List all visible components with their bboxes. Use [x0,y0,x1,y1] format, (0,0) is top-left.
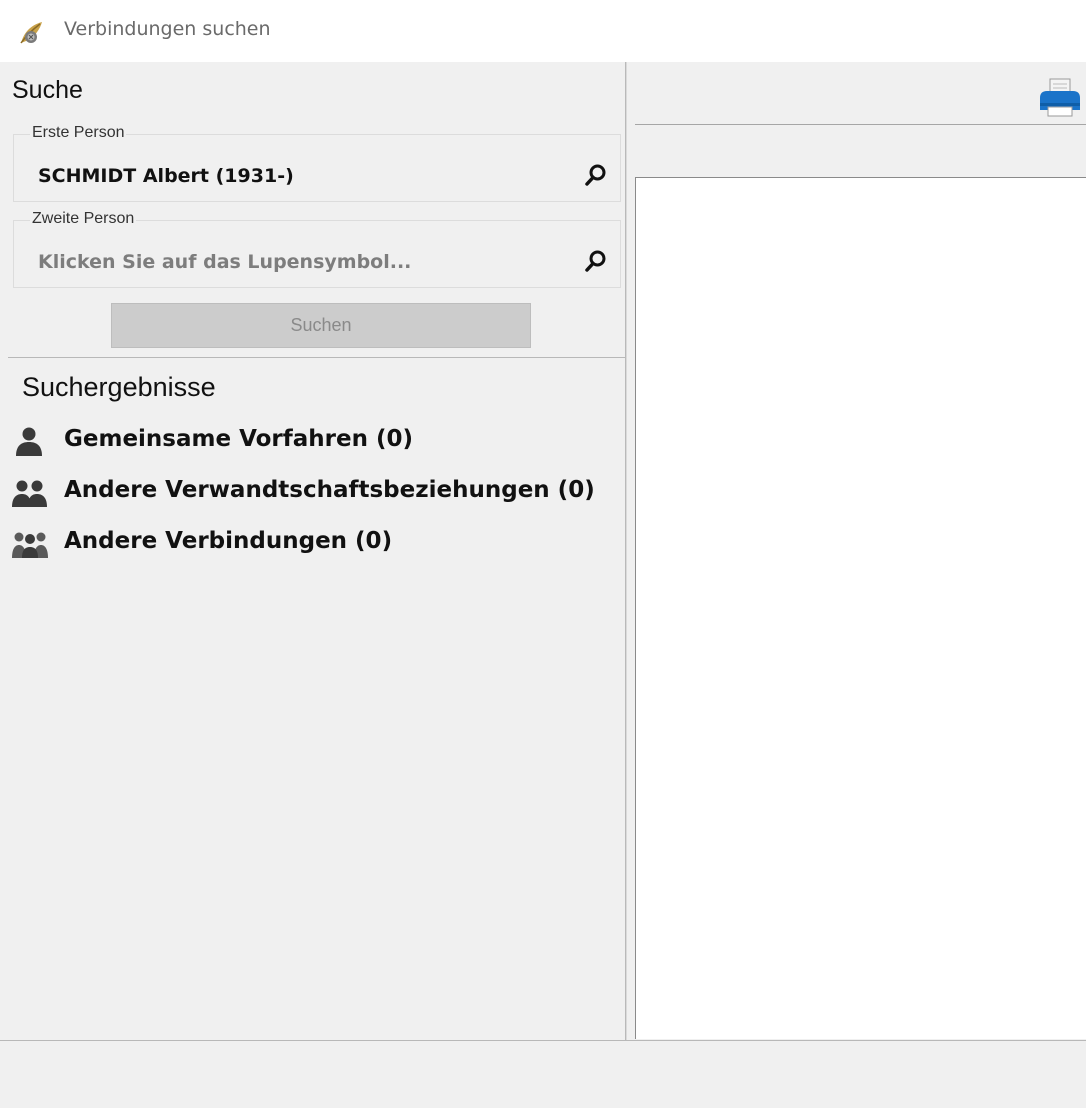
two-persons-icon [12,480,47,507]
result-label: Andere Verwandtschaftsbeziehungen (0) [64,477,595,503]
section-divider [8,357,625,358]
result-canvas [635,177,1086,1039]
results-view-panel [635,62,1086,1040]
result-common-ancestors[interactable]: Gemeinsame Vorfahren (0) [12,422,612,462]
app-feather-icon [20,22,42,44]
view-toolbar [635,62,1086,125]
second-person-label: Zweite Person [30,210,137,228]
person-icon [16,427,42,456]
result-label: Gemeinsame Vorfahren (0) [64,426,414,452]
panel-splitter[interactable] [626,62,635,1040]
second-person-group: Zweite Person Klicken Sie auf das Lupens… [13,210,621,288]
group-icon [12,532,48,558]
results-heading: Suchergebnisse [22,372,216,402]
magnifier-icon[interactable] [584,163,608,187]
result-other-relationships[interactable]: Andere Verwandtschaftsbeziehungen (0) [12,473,612,513]
printer-icon[interactable] [1037,76,1083,118]
window-title: Verbindungen suchen [64,18,271,40]
search-heading: Suche [12,76,83,104]
first-person-label: Erste Person [30,124,127,142]
search-button[interactable]: Suchen [111,303,531,348]
status-bar [0,1040,1086,1108]
first-person-group: Erste Person SCHMIDT Albert (1931-) [13,124,621,202]
search-panel: Suche Erste Person SCHMIDT Albert (1931-… [8,62,626,1040]
result-label: Andere Verbindungen (0) [64,528,393,554]
second-person-field[interactable]: Klicken Sie auf das Lupensymbol... [38,251,411,273]
result-other-connections[interactable]: Andere Verbindungen (0) [12,524,612,564]
title-bar: Verbindungen suchen [0,0,1086,62]
first-person-field[interactable]: SCHMIDT Albert (1931-) [38,165,294,187]
magnifier-icon[interactable] [584,249,608,273]
